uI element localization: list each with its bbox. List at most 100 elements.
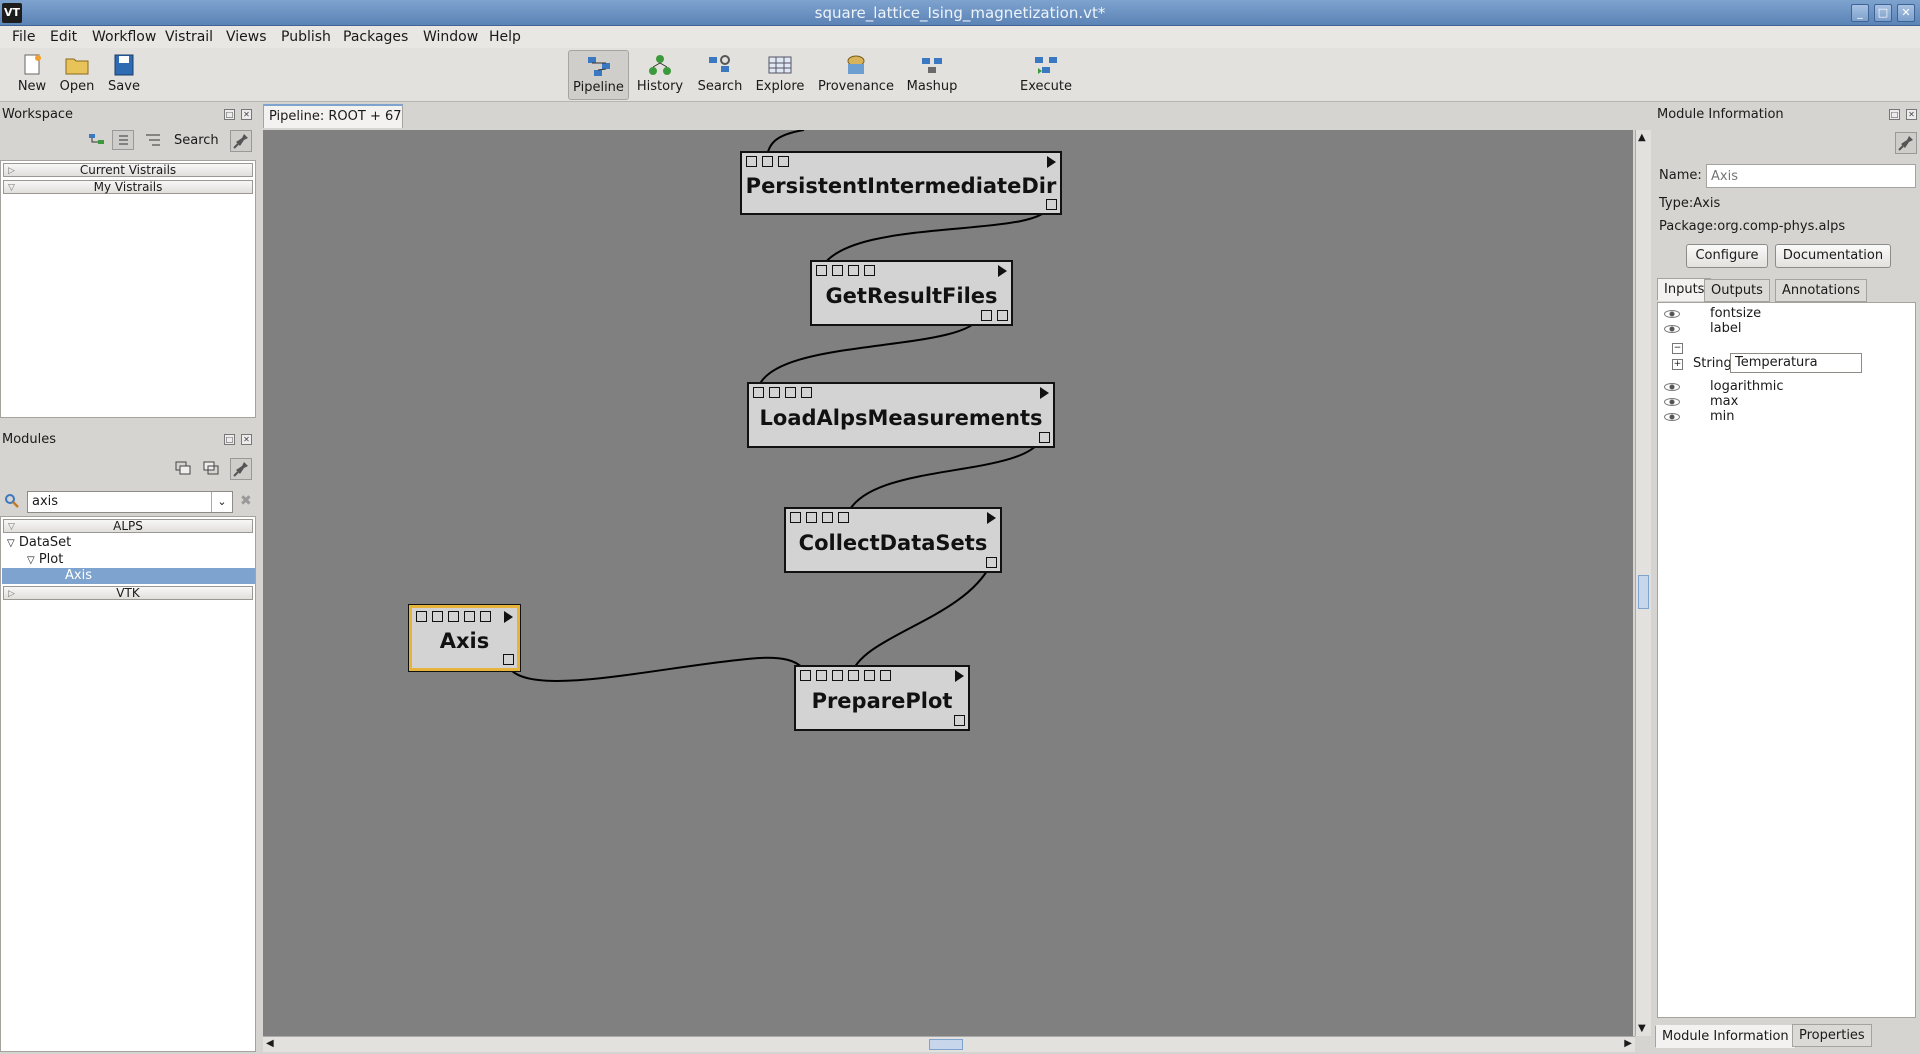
current-vistrails-section[interactable]: ▷ Current Vistrails xyxy=(3,163,253,177)
eye-icon[interactable] xyxy=(1664,325,1680,333)
play-arrow-icon[interactable] xyxy=(1047,156,1056,168)
play-arrow-icon[interactable] xyxy=(955,670,964,682)
input-port[interactable] xyxy=(753,387,764,398)
maximize-button[interactable]: □ xyxy=(1874,4,1892,22)
modules-close-icon[interactable]: ✕ xyxy=(241,434,252,445)
scroll-left-icon[interactable]: ◀ xyxy=(266,1038,274,1049)
input-port[interactable] xyxy=(432,611,443,622)
eye-icon[interactable] xyxy=(1664,398,1680,406)
input-port[interactable] xyxy=(769,387,780,398)
menu-views[interactable]: Views xyxy=(226,29,267,45)
module-info-close-icon[interactable]: ✕ xyxy=(1906,109,1917,120)
module-load-alps-measurements[interactable]: LoadAlpsMeasurements xyxy=(747,382,1055,448)
play-arrow-icon[interactable] xyxy=(987,512,996,524)
input-port[interactable] xyxy=(816,265,827,276)
output-port[interactable] xyxy=(1039,432,1050,443)
workspace-tree-view-icon[interactable] xyxy=(88,132,106,146)
input-port[interactable] xyxy=(801,387,812,398)
add-plus-icon[interactable]: + xyxy=(1672,359,1683,370)
workspace-pin-icon[interactable] xyxy=(230,130,252,152)
modules-pin-icon[interactable] xyxy=(230,458,252,480)
input-port[interactable] xyxy=(838,512,849,523)
history-view-button[interactable]: History xyxy=(634,50,686,100)
menu-vistrail[interactable]: Vistrail xyxy=(165,29,213,45)
input-port[interactable] xyxy=(448,611,459,622)
input-min[interactable]: min xyxy=(1710,409,1735,424)
menu-publish[interactable]: Publish xyxy=(281,29,331,45)
input-port[interactable] xyxy=(762,156,773,167)
vertical-scroll-thumb[interactable] xyxy=(1638,575,1649,609)
module-collect-data-sets[interactable]: CollectDataSets xyxy=(784,507,1002,573)
minimize-button[interactable]: _ xyxy=(1851,4,1869,22)
tree-item-plot[interactable]: ▽ Plot xyxy=(27,552,63,567)
tree-item-axis[interactable]: Axis xyxy=(2,568,255,584)
input-port[interactable] xyxy=(822,512,833,523)
output-port[interactable] xyxy=(503,654,514,665)
label-string-input[interactable]: Temperatura xyxy=(1730,353,1862,373)
module-name-input[interactable] xyxy=(1706,164,1916,188)
tab-annotations[interactable]: Annotations xyxy=(1775,279,1868,302)
menu-help[interactable]: Help xyxy=(489,29,521,45)
output-port[interactable] xyxy=(986,557,997,568)
package-vtk[interactable]: ▷ VTK xyxy=(3,586,253,600)
input-port[interactable] xyxy=(880,670,891,681)
menu-window[interactable]: Window xyxy=(423,29,478,45)
input-port[interactable] xyxy=(864,265,875,276)
tab-pipeline[interactable]: Pipeline: ROOT + 67 xyxy=(263,104,403,128)
input-port[interactable] xyxy=(832,265,843,276)
open-button[interactable]: Open xyxy=(58,50,96,100)
output-port[interactable] xyxy=(1046,199,1057,210)
mashup-view-button[interactable]: Mashup xyxy=(904,50,960,100)
input-port[interactable] xyxy=(464,611,475,622)
eye-icon[interactable] xyxy=(1664,383,1680,391)
workspace-list-view-icon[interactable] xyxy=(112,130,134,150)
search-view-button[interactable]: Search xyxy=(695,50,745,100)
expand-all-icon[interactable] xyxy=(174,460,192,476)
tree-item-dataset[interactable]: ▽ DataSet xyxy=(7,535,71,550)
workspace-float-icon[interactable]: □ xyxy=(224,109,235,120)
module-axis[interactable]: Axis xyxy=(408,604,521,672)
configure-button[interactable]: Configure xyxy=(1686,244,1768,268)
input-port[interactable] xyxy=(848,265,859,276)
tab-properties[interactable]: Properties xyxy=(1792,1024,1872,1047)
scroll-down-icon[interactable]: ▼ xyxy=(1638,1023,1646,1034)
input-max[interactable]: max xyxy=(1710,394,1738,409)
new-button[interactable]: New xyxy=(14,50,50,100)
play-arrow-icon[interactable] xyxy=(998,265,1007,277)
modules-float-icon[interactable]: □ xyxy=(224,434,235,445)
module-persistent-intermediate-dir[interactable]: PersistentIntermediateDir xyxy=(740,151,1062,215)
module-search-input[interactable]: axis xyxy=(27,491,233,513)
workspace-filter-icon[interactable] xyxy=(144,132,162,148)
input-label[interactable]: label xyxy=(1710,321,1741,336)
input-logarithmic[interactable]: logarithmic xyxy=(1710,379,1784,394)
input-port[interactable] xyxy=(816,670,827,681)
package-alps[interactable]: ▽ ALPS xyxy=(3,519,253,533)
tab-module-information[interactable]: Module Information xyxy=(1655,1025,1796,1048)
documentation-button[interactable]: Documentation xyxy=(1775,244,1891,268)
save-button[interactable]: Save xyxy=(106,50,142,100)
explore-view-button[interactable]: Explore xyxy=(754,50,806,100)
input-port[interactable] xyxy=(746,156,757,167)
input-port[interactable] xyxy=(416,611,427,622)
input-fontsize[interactable]: fontsize xyxy=(1710,306,1761,321)
input-port[interactable] xyxy=(778,156,789,167)
output-port[interactable] xyxy=(981,310,992,321)
module-get-result-files[interactable]: GetResultFiles xyxy=(810,260,1013,326)
provenance-view-button[interactable]: Provenance xyxy=(814,50,898,100)
input-port[interactable] xyxy=(806,512,817,523)
output-port[interactable] xyxy=(954,715,965,726)
input-port[interactable] xyxy=(790,512,801,523)
workspace-search-label[interactable]: Search xyxy=(174,133,219,148)
menu-file[interactable]: File xyxy=(12,29,35,45)
play-arrow-icon[interactable] xyxy=(504,611,513,623)
clear-search-icon[interactable]: ✖ xyxy=(240,493,252,509)
scroll-right-icon[interactable]: ▶ xyxy=(1624,1038,1632,1049)
pipeline-view-button[interactable]: Pipeline xyxy=(568,50,629,100)
module-prepare-plot[interactable]: PreparePlot xyxy=(794,665,970,731)
my-vistrails-section[interactable]: ▽ My Vistrails xyxy=(3,180,253,194)
eye-icon[interactable] xyxy=(1664,413,1680,421)
play-arrow-icon[interactable] xyxy=(1040,387,1049,399)
tab-outputs[interactable]: Outputs xyxy=(1704,279,1770,302)
workspace-close-icon[interactable]: ✕ xyxy=(241,109,252,120)
input-port[interactable] xyxy=(832,670,843,681)
